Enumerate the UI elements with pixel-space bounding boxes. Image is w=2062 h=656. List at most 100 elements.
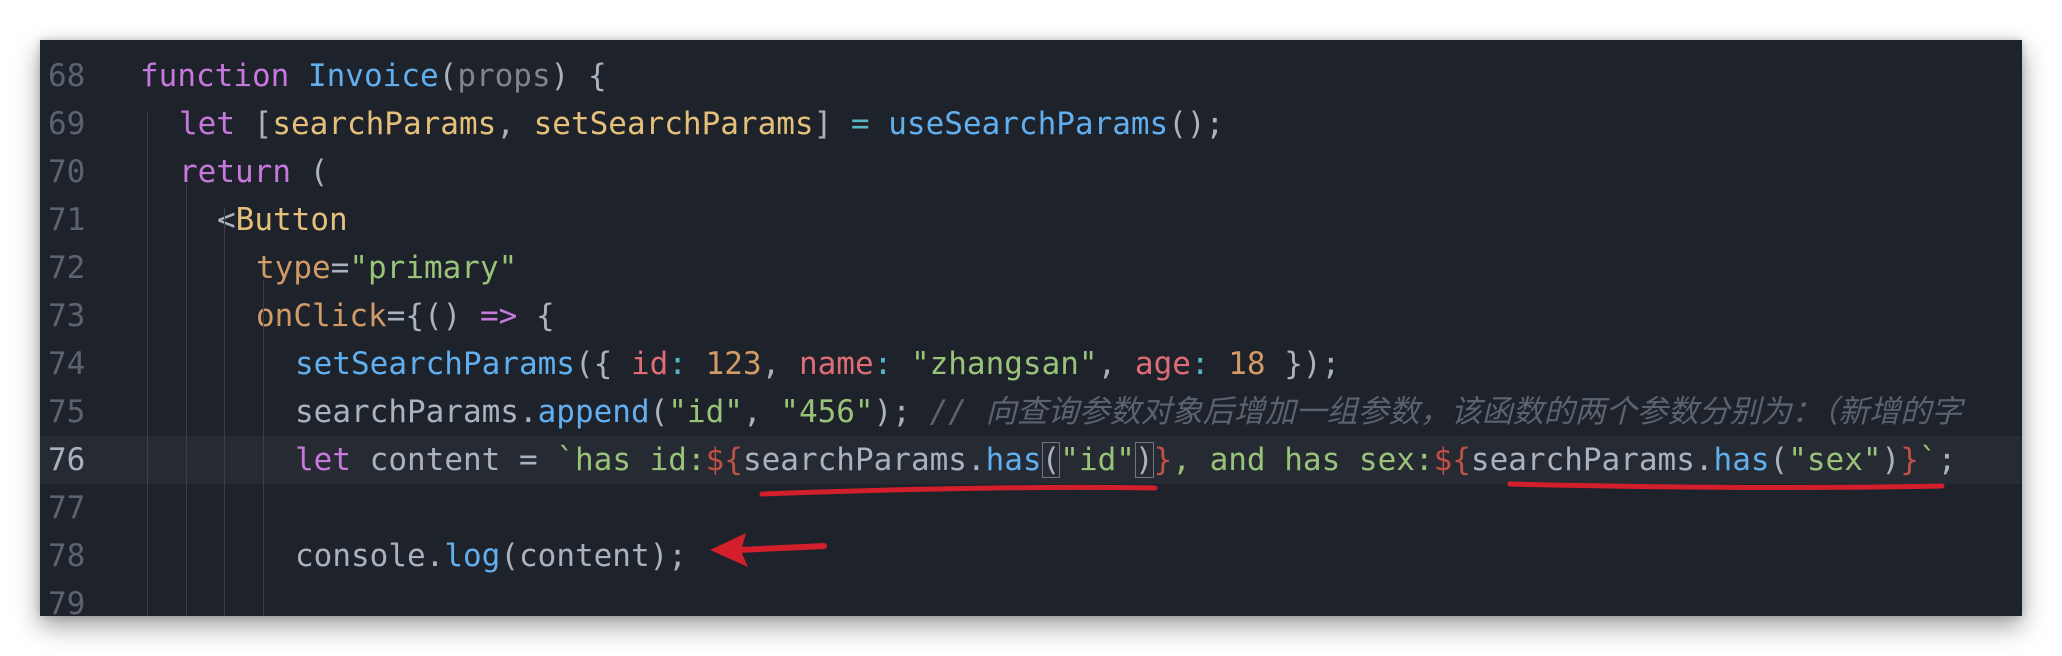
indent-guide (263, 280, 264, 616)
code-content: return ( (179, 148, 328, 196)
operator-token: : (1190, 346, 1229, 382)
code-text: . (425, 538, 445, 574)
code-text: [ (235, 106, 273, 142)
keyword-token: => (479, 298, 518, 334)
identifier-token: Button (235, 202, 348, 238)
code-text: ] (813, 106, 851, 142)
code-content: searchParams.append("id", "456"); // 向查询… (295, 388, 1962, 436)
number-token: 18 (1228, 346, 1266, 382)
keyword-token: return (179, 154, 291, 190)
code-text: searchParams (295, 394, 519, 430)
function-name-token: useSearchParams (888, 106, 1169, 142)
code-content: type="primary" (256, 244, 517, 292)
line-number: 78 (48, 538, 86, 574)
code-text: ( (438, 58, 458, 94)
code-line[interactable]: 74 setSearchParams({ id: 123, name: "zhan… (40, 340, 2022, 388)
number-token: 123 (705, 346, 762, 382)
line-number: 71 (48, 202, 86, 238)
indent-guide (224, 208, 225, 616)
code-content: let [searchParams, setSearchParams] = us… (179, 100, 1224, 148)
line-number: 72 (48, 250, 86, 286)
string-token: `has id: (556, 442, 706, 478)
code-content: function Invoice(props) { (140, 52, 607, 100)
template-brace-token: } (1153, 442, 1173, 478)
matched-bracket: ) (1134, 442, 1154, 478)
template-brace-token: ${ (1433, 442, 1471, 478)
code-line[interactable]: 77 (40, 484, 2022, 532)
function-name-token: has (1713, 442, 1770, 478)
code-text: . (1694, 442, 1714, 478)
property-key-token: age (1134, 346, 1191, 382)
line-number: 69 (48, 106, 86, 142)
code-text: , (742, 394, 781, 430)
code-line[interactable]: 69 let [searchParams, setSearchParams] = … (40, 100, 2022, 148)
code-text: = (330, 250, 350, 286)
template-brace-token: } (1900, 442, 1919, 478)
number-token: onClick (256, 298, 387, 334)
code-line[interactable]: 76 let content = `has id:${searchParams.h… (40, 436, 2022, 484)
string-token: "id" (668, 394, 743, 430)
comment-token: // 向查询参数对象后增加一组参数，该函数的两个参数分别为：（新增的字 (929, 394, 1963, 430)
code-line[interactable]: 75 searchParams.append("id", "456"); // 向… (40, 388, 2022, 436)
code-text: ); (873, 394, 930, 430)
code-text: , (496, 106, 534, 142)
keyword-token: let (295, 442, 351, 478)
line-number: 74 (48, 346, 86, 382)
parameter-token: props (457, 58, 551, 94)
code-content: setSearchParams({ id: 123, name: "zhangs… (295, 340, 1340, 388)
function-name-token: setSearchParams (295, 346, 575, 382)
indent-guide (186, 184, 187, 616)
code-line[interactable]: 79 (40, 580, 2022, 616)
keyword-token: function (140, 58, 290, 94)
line-number: 79 (48, 586, 86, 616)
matched-bracket: ( (1041, 442, 1061, 478)
code-text: ; (1937, 442, 1957, 478)
property-key-token: name (798, 346, 874, 382)
code-text: (content); (500, 538, 687, 574)
number-token: type (256, 250, 331, 286)
code-line[interactable]: 71 <Button (40, 196, 2022, 244)
code-content: console.log(content); (295, 532, 687, 580)
string-token: "sex" (1788, 442, 1882, 478)
code-text: console (295, 538, 426, 574)
code-text: searchParams (1470, 442, 1695, 478)
code-line[interactable]: 68 function Invoice(props) { (40, 52, 2022, 100)
code-text: ) (1881, 442, 1901, 478)
code-text: = (518, 442, 538, 478)
operator-token: = (850, 106, 870, 142)
code-editor-window: 68 function Invoice(props) {69 let [search… (40, 40, 2022, 616)
function-name-token: log (444, 538, 501, 574)
code-content: let content = `has id:${searchParams.has… (295, 436, 1956, 484)
code-text: content (351, 442, 519, 478)
indent-guide (147, 112, 148, 616)
code-text: ( (1769, 442, 1789, 478)
string-token: "456" (780, 394, 874, 430)
code-line[interactable]: 73 onClick={() => { (40, 292, 2022, 340)
code-line[interactable]: 72 type="primary" (40, 244, 2022, 292)
code-text: , (761, 346, 799, 382)
function-name-token: has (985, 442, 1042, 478)
operator-token: : (668, 346, 706, 382)
code-text: searchParams (742, 442, 967, 478)
code-text: . (966, 442, 986, 478)
line-number: 68 (48, 58, 86, 94)
code-text: . (518, 394, 538, 430)
code-text: (); (1168, 106, 1225, 142)
code-content: <Button (217, 196, 348, 244)
code-text: < (217, 202, 236, 238)
code-text: ) { (550, 58, 607, 94)
code-text: , (1097, 346, 1135, 382)
string-token: "zhangsan" (910, 346, 1098, 382)
code-text: ({ (574, 346, 631, 382)
code-line[interactable]: 78 console.log(content); (40, 532, 2022, 580)
code-line[interactable]: 70 return ( (40, 148, 2022, 196)
code-text: ={() (386, 298, 480, 334)
code-text: }); (1265, 346, 1341, 382)
operator-token: : (873, 346, 911, 382)
property-key-token: id (630, 346, 669, 382)
identifier-token: searchParams (272, 106, 497, 142)
code-area[interactable]: 68 function Invoice(props) {69 let [search… (40, 40, 2022, 616)
